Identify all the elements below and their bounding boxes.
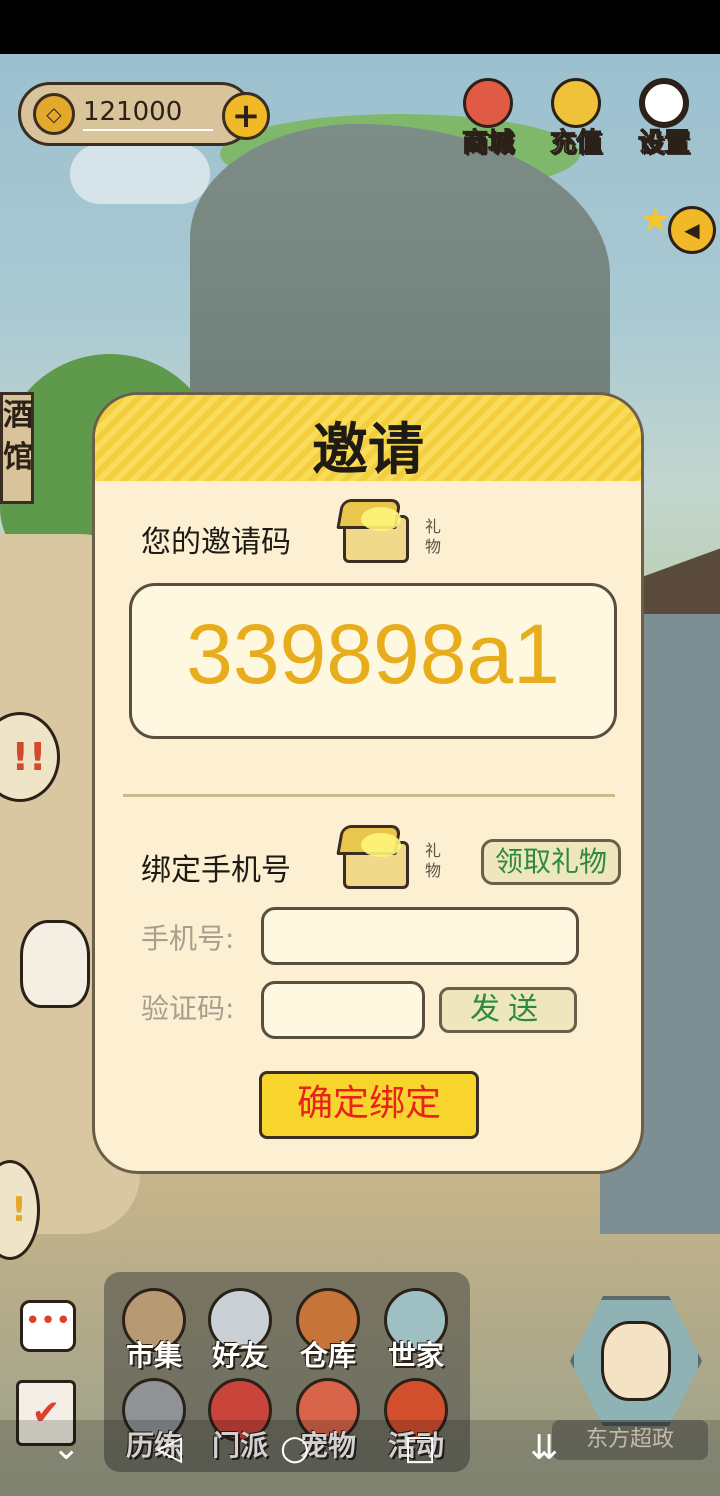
favorite-collapse-button[interactable]: ★ ◀ — [640, 200, 716, 260]
download-icon[interactable]: ⇊ — [530, 1428, 559, 1468]
cloud — [70, 144, 210, 204]
back-icon[interactable]: ◁ — [156, 1428, 182, 1468]
settings-button[interactable]: 设置 — [624, 78, 704, 168]
coin-underline — [83, 129, 213, 131]
phone-input[interactable] — [261, 907, 579, 965]
treasure-chest-icon — [335, 821, 417, 893]
chevron-down-icon[interactable]: ⌄ — [52, 1428, 81, 1468]
send-code-button[interactable]: 发送 — [439, 987, 577, 1033]
claim-gift-button[interactable]: 领取礼物 — [481, 839, 621, 885]
chat-dots-icon: ••• — [24, 1306, 71, 1336]
confirm-bind-button[interactable]: 确定绑定 — [259, 1071, 479, 1139]
chat-button[interactable]: ••• — [20, 1300, 76, 1352]
nav-warehouse[interactable]: 仓库 — [286, 1288, 370, 1384]
coin-icon: ◇ — [33, 93, 75, 135]
recents-icon[interactable]: □ — [404, 1428, 436, 1468]
treasure-chest-icon — [335, 495, 417, 567]
shop-button[interactable]: 商城 — [448, 78, 528, 168]
nav-friends[interactable]: 好友 — [198, 1288, 282, 1384]
nav-market[interactable]: 市集 — [112, 1288, 196, 1384]
invite-dialog: 邀请 您的邀请码 礼物 339898a1 绑定手机号 礼物 领取礼物 手机号: … — [92, 392, 644, 1174]
invite-code-label: 您的邀请码 — [141, 525, 291, 560]
coin-balance: ◇ 121000 — [18, 82, 253, 146]
dog-sprite[interactable] — [20, 920, 90, 1008]
invite-code-box: 339898a1 — [129, 583, 617, 739]
invite-code-value: 339898a1 — [186, 607, 560, 701]
tavern-sign[interactable]: 酒馆 — [0, 392, 34, 504]
arrow-left-icon: ◀ — [668, 206, 716, 254]
verify-code-input[interactable] — [261, 981, 425, 1039]
nav-clan[interactable]: 世家 — [374, 1288, 458, 1384]
system-nav-bar: ⌄ ◁ ○ □ ⇊ — [0, 1420, 720, 1496]
recharge-button[interactable]: 充值 — [536, 78, 616, 168]
gear-icon — [639, 78, 689, 128]
divider — [123, 794, 615, 797]
star-icon: ★ — [640, 200, 671, 240]
avatar-face — [601, 1321, 671, 1401]
shop-bag-icon — [463, 78, 513, 128]
home-icon[interactable]: ○ — [280, 1428, 310, 1468]
verify-code-label: 验证码: — [141, 992, 235, 1025]
phone-label: 手机号: — [141, 922, 235, 955]
gift-tag: 礼物 — [424, 841, 441, 880]
gift-tag: 礼物 — [424, 517, 441, 556]
dialog-title: 邀请 — [312, 418, 424, 483]
bind-phone-label: 绑定手机号 — [141, 853, 291, 888]
add-coins-button[interactable]: + — [222, 92, 270, 140]
status-bar — [0, 0, 720, 54]
coin-value: 121000 — [83, 97, 183, 127]
gold-ingot-icon — [551, 78, 601, 128]
